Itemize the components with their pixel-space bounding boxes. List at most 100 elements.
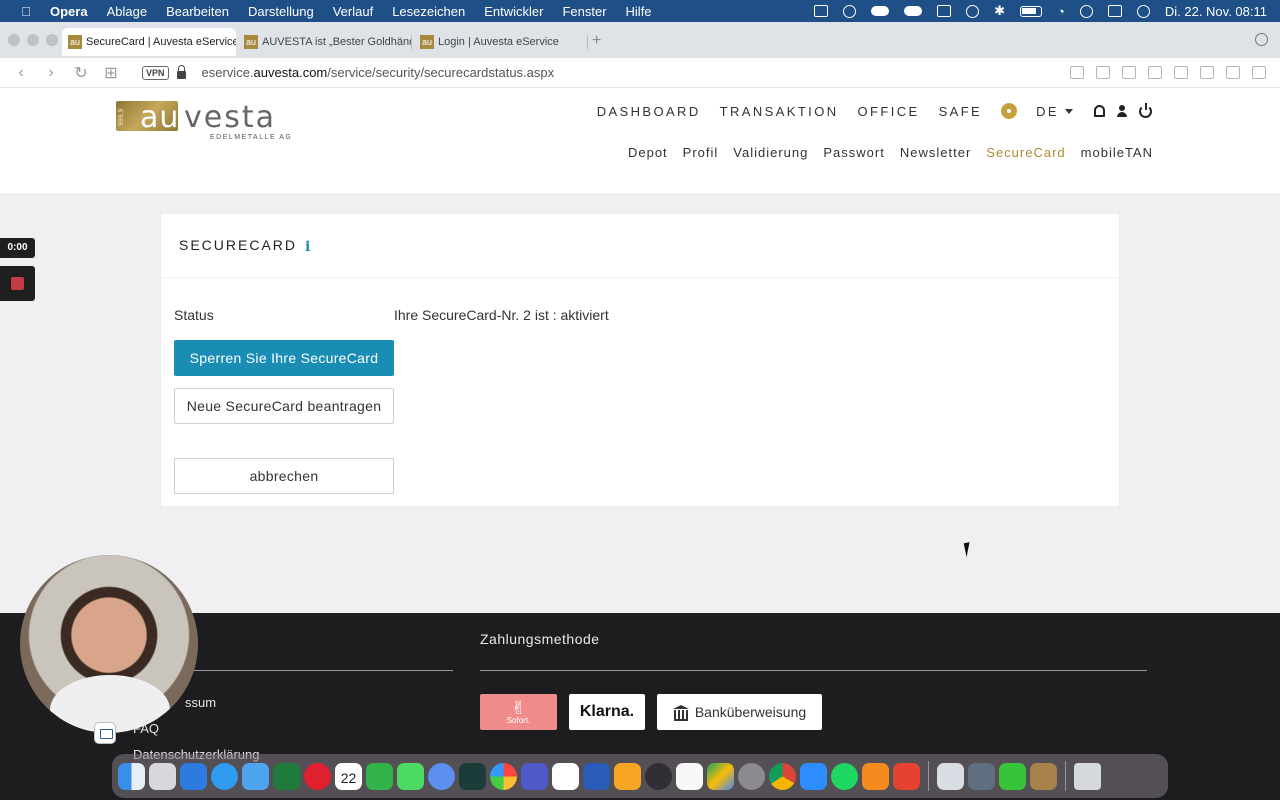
- send-icon[interactable]: [1148, 66, 1162, 79]
- mail-icon[interactable]: [242, 762, 269, 790]
- wifi-icon[interactable]: ◔: [1057, 4, 1065, 19]
- spotlight-search-icon[interactable]: [1079, 4, 1093, 18]
- minimize-window-button[interactable]: [27, 34, 39, 46]
- url-field[interactable]: eservice.auvesta.com/service/security/se…: [202, 65, 555, 80]
- nav-office[interactable]: OFFICE: [858, 104, 920, 119]
- word-icon[interactable]: [583, 762, 610, 790]
- auvesta-logo[interactable]: 999,9 au vesta EDELMETALLE AG: [116, 98, 291, 141]
- finder-icon[interactable]: [118, 762, 145, 790]
- battery-icon[interactable]: [1020, 5, 1042, 17]
- pages-icon[interactable]: [614, 762, 641, 790]
- archive-icon[interactable]: [1030, 762, 1057, 790]
- keynote-icon[interactable]: [180, 762, 207, 790]
- download-icon[interactable]: [1226, 66, 1240, 79]
- terminal-icon[interactable]: [999, 762, 1026, 790]
- menu-ablage[interactable]: Ablage: [107, 4, 147, 19]
- bluetooth-icon[interactable]: ✱: [994, 3, 1005, 19]
- zoom-icon[interactable]: [800, 762, 827, 790]
- shield-icon[interactable]: [1122, 66, 1136, 79]
- menu-entwickler[interactable]: Entwickler: [484, 4, 543, 19]
- teams-icon[interactable]: [521, 762, 548, 790]
- info-icon[interactable]: i: [305, 239, 310, 255]
- quicktime-icon[interactable]: [968, 762, 995, 790]
- footer-link-impressum[interactable]: ssum: [185, 695, 216, 710]
- cloud-sync-icon[interactable]: [871, 6, 890, 16]
- language-select[interactable]: DE: [1036, 104, 1073, 119]
- lock-icon[interactable]: [176, 64, 186, 79]
- safari-icon[interactable]: [211, 762, 238, 790]
- opera-icon[interactable]: [304, 762, 331, 790]
- robinhood-icon[interactable]: [459, 762, 486, 790]
- back-icon[interactable]: ‹: [12, 64, 30, 82]
- menu-fenster[interactable]: Fenster: [562, 4, 606, 19]
- tab-auvesta-news[interactable]: au AUVESTA ist „Bester Goldhändl: [238, 28, 412, 56]
- subnav-passwort[interactable]: Passwort: [823, 145, 884, 160]
- tab-login[interactable]: au Login | Auvesta eService: [414, 28, 588, 56]
- siri-icon[interactable]: [1136, 4, 1150, 18]
- power-icon[interactable]: [1139, 102, 1152, 118]
- forward-icon[interactable]: ›: [42, 64, 60, 82]
- cancel-button[interactable]: abbrechen: [174, 458, 394, 494]
- cloud-icon[interactable]: [904, 6, 923, 16]
- vlc-icon[interactable]: [862, 762, 889, 790]
- todoist-icon[interactable]: [893, 762, 920, 790]
- launchpad-icon[interactable]: [149, 762, 176, 790]
- preview-icon[interactable]: [937, 762, 964, 790]
- play-status-icon[interactable]: [843, 4, 857, 18]
- subnav-mobiletan[interactable]: mobileTAN: [1081, 145, 1153, 160]
- messages-icon[interactable]: [397, 762, 424, 790]
- nav-safe[interactable]: SAFE: [939, 104, 983, 119]
- menu-app-name[interactable]: Opera: [50, 4, 88, 19]
- request-new-securecard-button[interactable]: Neue SecureCard beantragen: [174, 388, 394, 424]
- subnav-newsletter[interactable]: Newsletter: [900, 145, 971, 160]
- nav-dashboard[interactable]: DASHBOARD: [597, 104, 701, 119]
- slack-icon[interactable]: [552, 762, 579, 790]
- tabs-grid-icon[interactable]: ⊞: [102, 63, 120, 83]
- control-center-icon[interactable]: [1107, 5, 1122, 17]
- profile-icon[interactable]: [1200, 66, 1214, 79]
- stop-recording-button[interactable]: [0, 266, 35, 301]
- bell-icon[interactable]: [1094, 105, 1105, 117]
- nav-transaktion[interactable]: TRANSAKTION: [720, 104, 839, 119]
- menu-bearbeiten[interactable]: Bearbeiten: [166, 4, 229, 19]
- system-preferences-icon[interactable]: [738, 762, 765, 790]
- vpn-badge[interactable]: VPN: [142, 65, 169, 80]
- calendar-icon[interactable]: 22: [335, 762, 362, 790]
- menu-icon[interactable]: [1252, 66, 1266, 79]
- excel-icon[interactable]: [273, 762, 300, 790]
- apple-icon[interactable]: : [17, 4, 35, 19]
- drive-status-icon[interactable]: [814, 5, 829, 17]
- flower-app-icon[interactable]: [428, 762, 455, 790]
- close-window-button[interactable]: [8, 34, 20, 46]
- photos-icon[interactable]: [490, 762, 517, 790]
- obs-icon[interactable]: [645, 762, 672, 790]
- webcam-overlay[interactable]: [20, 555, 198, 733]
- heart-icon[interactable]: [1174, 66, 1188, 79]
- google-drive-icon[interactable]: [707, 762, 734, 790]
- lock-securecard-button[interactable]: Sperren Sie Ihre SecureCard: [174, 340, 394, 376]
- chrome-icon[interactable]: [769, 762, 796, 790]
- subnav-profil[interactable]: Profil: [683, 145, 719, 160]
- spotify-icon[interactable]: [831, 762, 858, 790]
- subnav-validierung[interactable]: Validierung: [733, 145, 808, 160]
- tab-securecard[interactable]: au SecureCard | Auvesta eService: [62, 28, 236, 56]
- menu-darstellung[interactable]: Darstellung: [248, 4, 314, 19]
- trash-icon[interactable]: [1074, 762, 1101, 790]
- user-icon[interactable]: [1117, 105, 1127, 117]
- numbers-icon[interactable]: [366, 762, 393, 790]
- tab-search-icon[interactable]: [1255, 33, 1268, 46]
- brightness-icon[interactable]: [966, 4, 980, 18]
- drive-icon[interactable]: [676, 762, 703, 790]
- subnav-securecard[interactable]: SecureCard: [986, 145, 1065, 160]
- calendar-status-icon[interactable]: [937, 5, 952, 17]
- menubar-clock[interactable]: Di. 22. Nov. 08:11: [1165, 4, 1267, 19]
- webcam-settings-icon[interactable]: [94, 722, 116, 744]
- gear-icon[interactable]: [1001, 103, 1018, 119]
- zoom-window-button[interactable]: [46, 34, 58, 46]
- camera-icon[interactable]: [1096, 66, 1110, 79]
- new-tab-button[interactable]: +: [592, 32, 601, 50]
- edit-icon[interactable]: [1070, 66, 1084, 79]
- menu-verlauf[interactable]: Verlauf: [333, 4, 373, 19]
- menu-hilfe[interactable]: Hilfe: [626, 4, 652, 19]
- reload-icon[interactable]: ↻: [72, 63, 90, 83]
